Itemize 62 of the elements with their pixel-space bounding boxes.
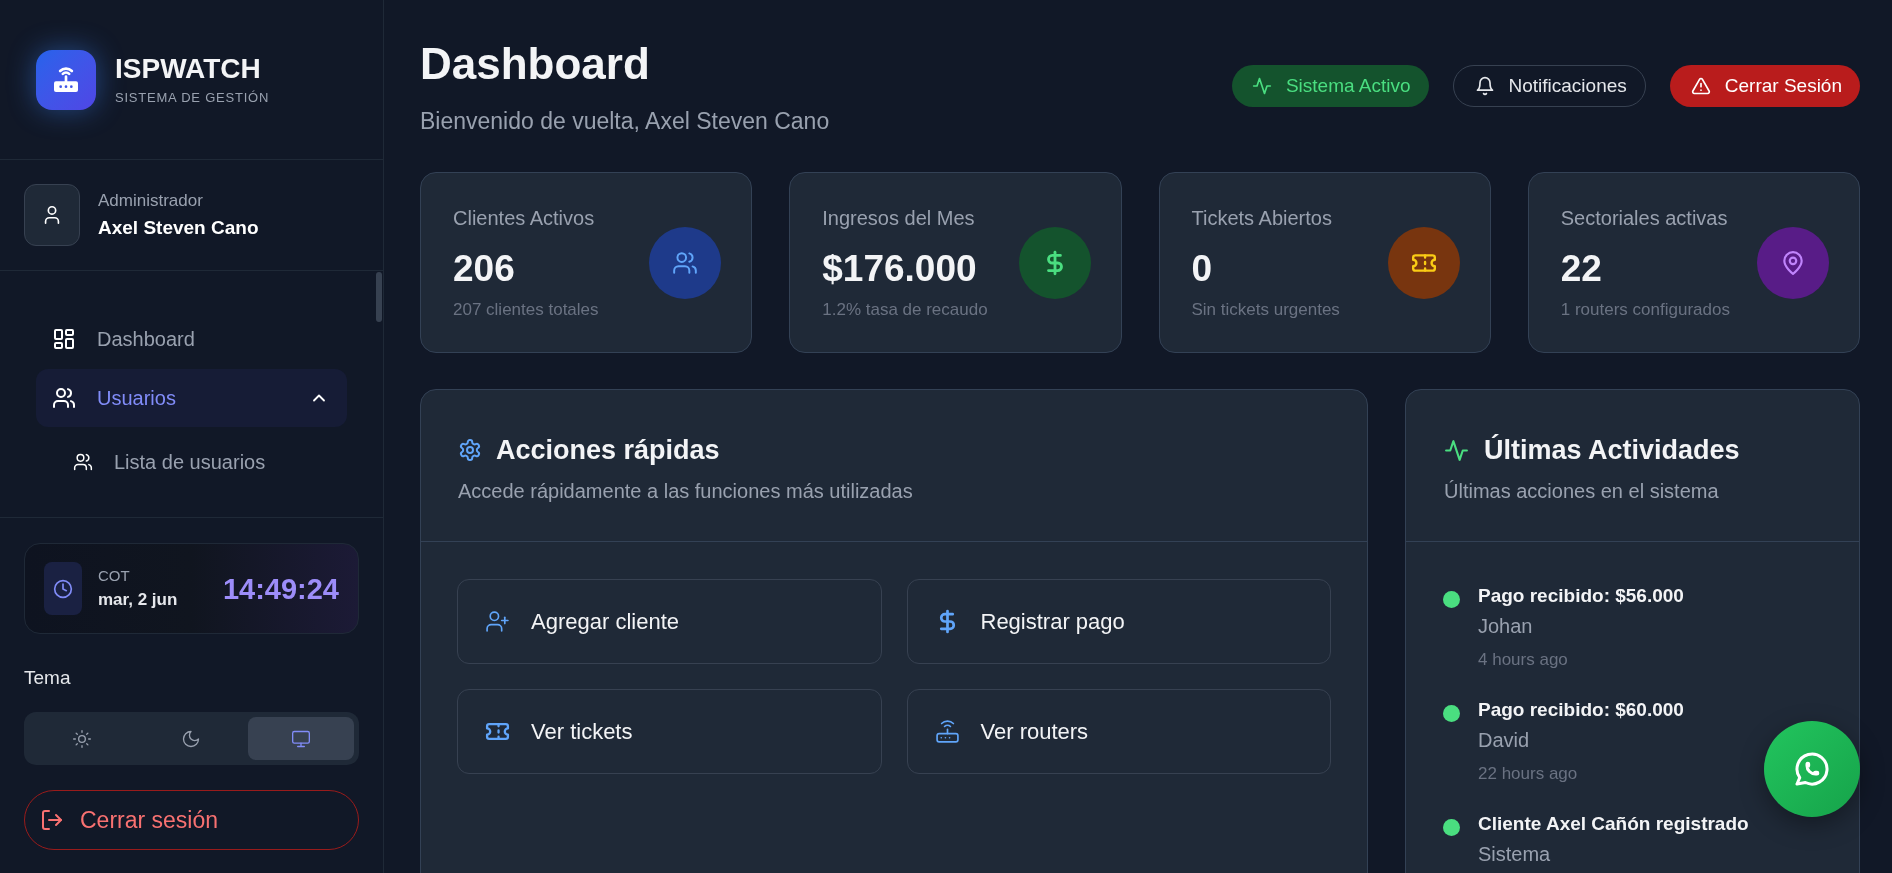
pulse-icon <box>1444 437 1469 463</box>
panel-title: Acciones rápidas <box>496 434 720 466</box>
stat-title: Clientes Activos <box>453 206 596 231</box>
stat-note: 1 routers configurados <box>1560 299 1730 321</box>
nav-subitem[interactable]: Lista de usuarios <box>36 438 347 486</box>
stat-value: 22 <box>1560 249 1603 289</box>
panel-subtitle: Accede rápidamente a las funciones más utilizadas <box>458 479 914 504</box>
stat-title: Ingresos del Mes <box>822 206 976 231</box>
action-button[interactable]: Agregar cliente <box>457 579 882 664</box>
panel-title: Últimas Actividades <box>1484 434 1740 466</box>
stat-title: Tickets Abiertos <box>1191 206 1333 231</box>
user-avatar-icon <box>24 184 80 246</box>
settings-icon <box>458 438 482 462</box>
monitor-icon <box>290 728 311 749</box>
clock-icon <box>44 562 82 615</box>
pulse-icon <box>1251 76 1272 96</box>
bell-icon <box>1474 76 1495 96</box>
panel-subtitle: Últimas acciones en el sistema <box>1444 479 1720 504</box>
nav-item[interactable]: Usuarios <box>36 369 347 427</box>
logout-icon <box>40 808 64 832</box>
stat-value: $176.000 <box>822 249 978 289</box>
activity-author: David <box>1478 728 1531 753</box>
action-button[interactable]: Registrar pago <box>906 579 1331 664</box>
action-button[interactable]: Ver routers <box>906 689 1331 774</box>
router-logo-icon <box>36 49 96 110</box>
theme-option[interactable] <box>247 717 354 760</box>
grid-icon <box>52 327 76 351</box>
brand-tagline: SISTEMA DE GESTIÓN <box>115 88 270 107</box>
user-plus-icon <box>485 609 510 634</box>
activity-time: 22 hours ago <box>1478 763 1579 785</box>
moon-icon <box>181 728 202 749</box>
scrollbar-thumb[interactable] <box>376 272 382 322</box>
router-icon <box>934 719 960 744</box>
activity-author: Sistema <box>1478 842 1552 867</box>
user-role: Administrador <box>98 190 204 212</box>
activity-title: Cliente Axel Cañón registrado <box>1478 812 1749 836</box>
page-subtitle: Bienvenido de vuelta, Axel Steven Cano <box>420 107 830 136</box>
warning-icon <box>1690 76 1711 96</box>
clock-date: mar, 2 jun <box>98 589 178 611</box>
activity-title: Pago recibido: $60.000 <box>1478 698 1684 722</box>
brand-name: ISPWATCH <box>115 52 262 85</box>
action-button[interactable]: Ver tickets <box>457 689 882 774</box>
users-icon <box>52 386 76 410</box>
activity-title: Pago recibido: $56.000 <box>1478 584 1684 608</box>
theme-label: Tema <box>24 666 72 690</box>
activity-author: Johan <box>1478 614 1534 639</box>
status-badge: Sistema Activo <box>1231 65 1429 107</box>
nav-item[interactable]: Dashboard <box>36 310 347 368</box>
sun-icon <box>72 728 93 749</box>
stat-value: 0 <box>1191 249 1214 289</box>
page-title: Dashboard <box>420 40 651 88</box>
stat-note: 1.2% tasa de recaudo <box>822 299 988 321</box>
user-name: Axel Steven Cano <box>98 216 259 240</box>
stat-note: 207 clientes totales <box>453 299 599 321</box>
users-icon <box>73 452 93 472</box>
stat-title: Sectoriales activas <box>1560 206 1729 231</box>
clock-time: 14:49:24 <box>222 571 339 606</box>
activity-time: 4 hours ago <box>1478 649 1569 671</box>
stat-value: 206 <box>453 249 516 289</box>
time-zone: COT <box>98 566 131 586</box>
stat-note: Sin tickets urgentes <box>1191 299 1340 321</box>
logout-button[interactable]: Cerrar Sesión <box>1669 65 1860 107</box>
